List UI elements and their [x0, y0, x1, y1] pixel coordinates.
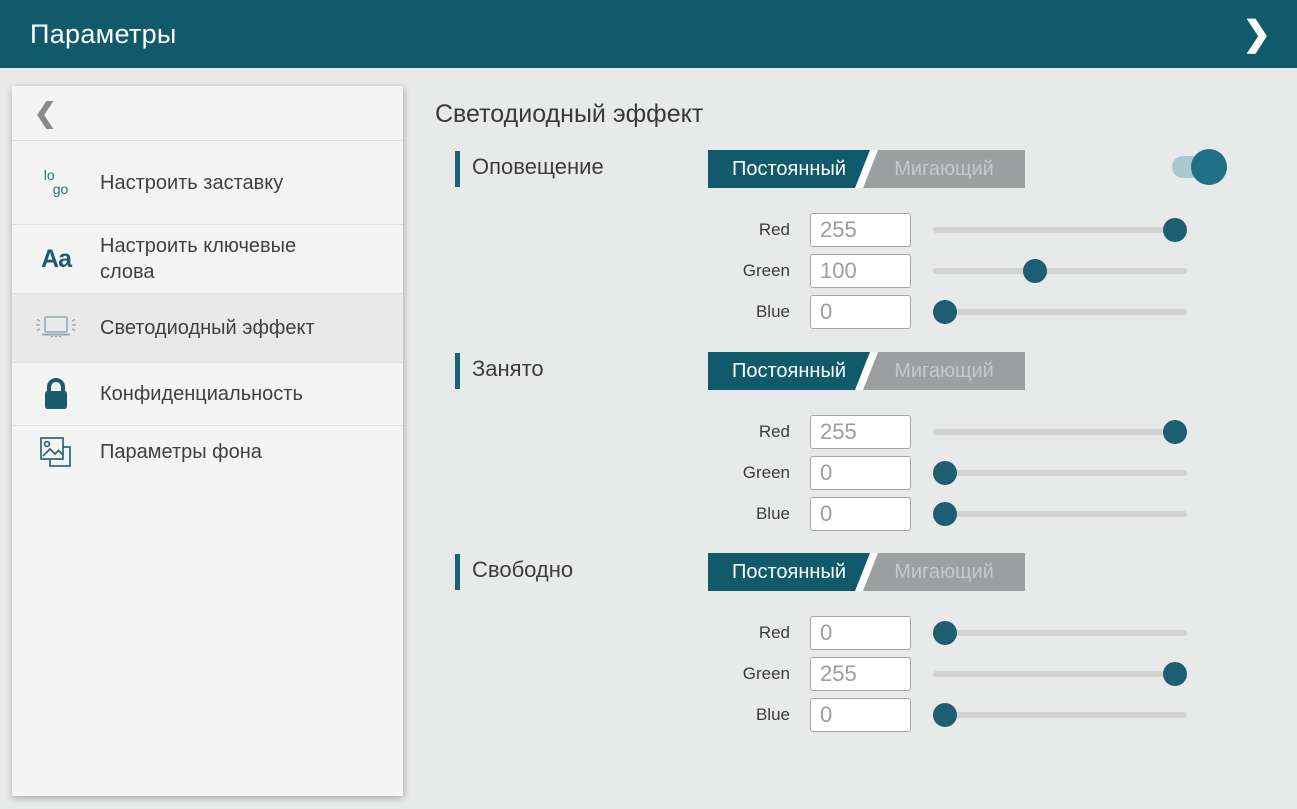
sidebar-item-led-effect[interactable]: Светодиодный эффект — [12, 293, 403, 362]
slider-thumb[interactable] — [933, 703, 957, 727]
section-free: Свободно Постоянный Мигающий Red Green B… — [455, 553, 1210, 739]
channel-row-red: Red — [455, 415, 1210, 449]
green-value-input[interactable] — [810, 657, 911, 691]
channel-label: Green — [455, 463, 790, 483]
slider-track — [933, 227, 1187, 233]
channel-row-green: Green — [455, 254, 1210, 288]
background-icon — [12, 434, 100, 470]
slider-track — [933, 630, 1187, 636]
blue-slider[interactable] — [933, 295, 1187, 329]
green-slider[interactable] — [933, 657, 1187, 691]
channel-row-green: Green — [455, 657, 1210, 691]
slider-thumb[interactable] — [1163, 662, 1187, 686]
slider-track — [933, 671, 1187, 677]
slider-track — [933, 470, 1187, 476]
blue-value-input[interactable] — [810, 698, 911, 732]
channel-label: Green — [455, 261, 790, 281]
led-effect-icon — [12, 311, 100, 345]
mode-constant-button[interactable]: Постоянный — [708, 553, 870, 591]
channel-label: Green — [455, 664, 790, 684]
slider-thumb[interactable] — [1163, 218, 1187, 242]
mode-constant-button[interactable]: Постоянный — [708, 150, 870, 188]
led-effect-panel: Светодиодный эффект Оповещение Постоянны… — [435, 86, 1235, 809]
slider-thumb[interactable] — [933, 502, 957, 526]
channel-row-red: Red — [455, 213, 1210, 247]
green-slider[interactable] — [933, 254, 1187, 288]
section-title: Свободно — [472, 557, 573, 583]
section-title: Оповещение — [472, 154, 604, 180]
channel-row-red: Red — [455, 616, 1210, 650]
section-title: Занято — [472, 356, 544, 382]
logo-icon: lo go — [12, 169, 100, 196]
slider-thumb[interactable] — [1023, 259, 1047, 283]
enable-switch[interactable] — [1172, 145, 1230, 189]
sidebar-item-label: Настроить ключевые слова — [100, 233, 335, 285]
channel-row-blue: Blue — [455, 497, 1210, 531]
sidebar-item-label: Параметры фона — [100, 439, 262, 465]
app-bar: Параметры ❯ — [0, 0, 1297, 68]
switch-knob — [1191, 149, 1227, 185]
green-value-input[interactable] — [810, 456, 911, 490]
slider-thumb[interactable] — [1163, 420, 1187, 444]
forward-chevron-icon[interactable]: ❯ — [1235, 13, 1280, 55]
mode-toggle: Постоянный Мигающий — [708, 553, 1025, 591]
channel-label: Blue — [455, 705, 790, 725]
blue-slider[interactable] — [933, 698, 1187, 732]
mode-blinking-button[interactable]: Мигающий — [863, 150, 1025, 188]
red-value-input[interactable] — [810, 616, 911, 650]
red-value-input[interactable] — [810, 213, 911, 247]
lock-icon — [12, 376, 100, 412]
mode-toggle: Постоянный Мигающий — [708, 150, 1025, 188]
slider-track — [933, 712, 1187, 718]
mode-blinking-button[interactable]: Мигающий — [863, 553, 1025, 591]
keywords-icon: Aa — [12, 245, 100, 274]
channel-row-blue: Blue — [455, 295, 1210, 329]
slider-track — [933, 309, 1187, 315]
mode-toggle: Постоянный Мигающий — [708, 352, 1025, 390]
channel-label: Blue — [455, 504, 790, 524]
channel-label: Red — [455, 623, 790, 643]
channel-label: Blue — [455, 302, 790, 322]
mode-blinking-button[interactable]: Мигающий — [863, 352, 1025, 390]
slider-thumb[interactable] — [933, 461, 957, 485]
red-slider[interactable] — [933, 616, 1187, 650]
page-title: Параметры — [30, 19, 177, 50]
sidebar-item-privacy[interactable]: Конфиденциальность — [12, 362, 403, 425]
sidebar-back-button[interactable]: ❮ — [12, 86, 403, 140]
green-value-input[interactable] — [810, 254, 911, 288]
red-value-input[interactable] — [810, 415, 911, 449]
red-slider[interactable] — [933, 415, 1187, 449]
channel-row-green: Green — [455, 456, 1210, 490]
section-alert: Оповещение Постоянный Мигающий Red Green — [455, 150, 1210, 336]
sidebar-item-label: Конфиденциальность — [100, 381, 303, 407]
section-accent-bar — [455, 554, 460, 590]
channel-row-blue: Blue — [455, 698, 1210, 732]
slider-track — [933, 429, 1187, 435]
channel-label: Red — [455, 220, 790, 240]
sidebar-item-label: Настроить заставку — [100, 170, 283, 196]
section-busy: Занято Постоянный Мигающий Red Green Blu… — [455, 352, 1210, 538]
section-accent-bar — [455, 353, 460, 389]
mode-constant-button[interactable]: Постоянный — [708, 352, 870, 390]
sidebar-item-label: Светодиодный эффект — [100, 315, 315, 341]
slider-track — [933, 511, 1187, 517]
slider-thumb[interactable] — [933, 300, 957, 324]
blue-value-input[interactable] — [810, 497, 911, 531]
slider-track — [933, 268, 1187, 274]
green-slider[interactable] — [933, 456, 1187, 490]
section-accent-bar — [455, 151, 460, 187]
red-slider[interactable] — [933, 213, 1187, 247]
settings-sidebar: ❮ lo go Настроить заставку Aa Настроить … — [12, 86, 403, 796]
sidebar-item-screensaver[interactable]: lo go Настроить заставку — [12, 140, 403, 224]
blue-slider[interactable] — [933, 497, 1187, 531]
slider-thumb[interactable] — [933, 621, 957, 645]
blue-value-input[interactable] — [810, 295, 911, 329]
back-chevron-icon: ❮ — [34, 100, 57, 127]
channel-label: Red — [455, 422, 790, 442]
sidebar-item-background[interactable]: Параметры фона — [12, 425, 403, 478]
content-title: Светодиодный эффект — [435, 100, 1235, 129]
sidebar-item-keywords[interactable]: Aa Настроить ключевые слова — [12, 224, 403, 293]
